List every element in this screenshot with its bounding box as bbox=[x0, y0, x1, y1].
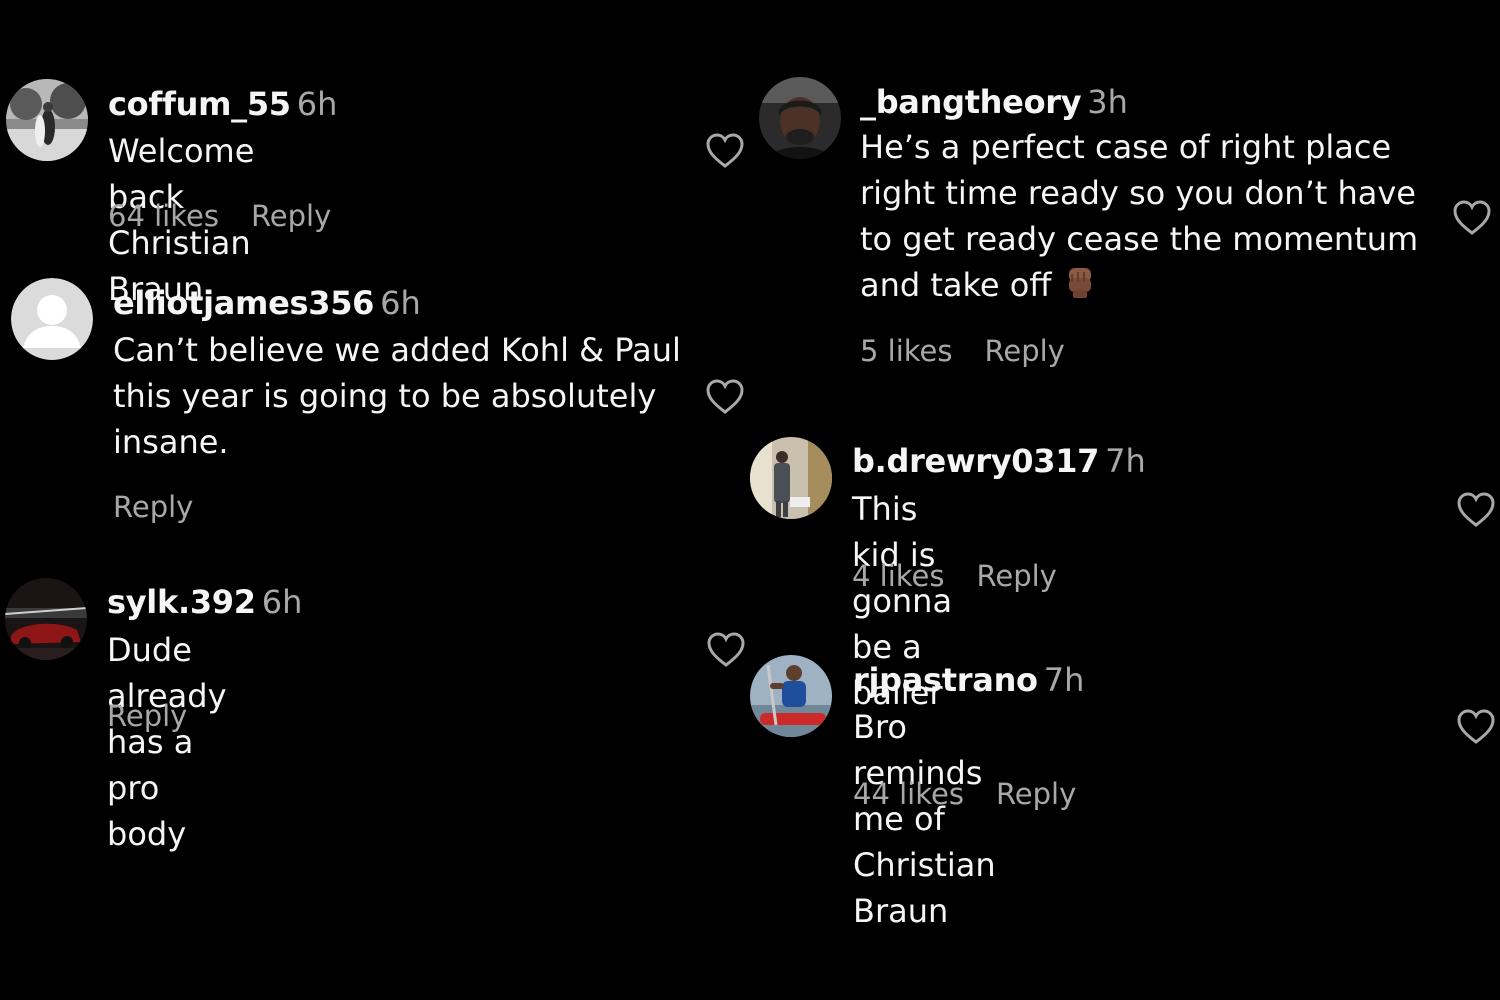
avatar[interactable] bbox=[759, 77, 841, 159]
avatar[interactable] bbox=[750, 655, 832, 737]
heart-icon[interactable] bbox=[1456, 708, 1496, 746]
reply-button[interactable]: Reply bbox=[113, 490, 193, 524]
timestamp: 6h bbox=[296, 85, 338, 123]
likes-count[interactable]: 64 likes bbox=[108, 199, 219, 233]
username[interactable]: elliotjames356 bbox=[113, 284, 374, 322]
avatar[interactable] bbox=[11, 278, 93, 360]
reply-button[interactable]: Reply bbox=[996, 777, 1076, 811]
comment-text-content: He’s a perfect case of right place right… bbox=[860, 128, 1419, 304]
heart-icon[interactable] bbox=[705, 132, 745, 170]
username[interactable]: sylk.392 bbox=[107, 583, 256, 621]
username[interactable]: coffum_55 bbox=[108, 85, 291, 123]
reply-button[interactable]: Reply bbox=[107, 699, 187, 733]
comment-text: Dude already has a pro body bbox=[107, 631, 227, 853]
reply-button[interactable]: Reply bbox=[985, 334, 1065, 368]
heart-icon[interactable] bbox=[706, 631, 746, 669]
likes-count[interactable]: 4 likes bbox=[852, 559, 945, 593]
avatar[interactable] bbox=[6, 79, 88, 161]
likes-count[interactable]: 5 likes bbox=[860, 334, 953, 368]
reply-button[interactable]: Reply bbox=[251, 199, 331, 233]
username[interactable]: _bangtheory bbox=[860, 83, 1082, 121]
username[interactable]: rjpastrano bbox=[853, 661, 1038, 699]
timestamp: 7h bbox=[1105, 442, 1146, 480]
raised-fist-emoji-icon bbox=[1063, 264, 1097, 310]
comment-text: Bro reminds me of Christian Braun bbox=[853, 708, 996, 930]
username[interactable]: b.drewry0317 bbox=[852, 442, 1099, 480]
timestamp: 3h bbox=[1087, 83, 1128, 121]
timestamp: 6h bbox=[261, 583, 303, 621]
avatar[interactable] bbox=[750, 437, 832, 519]
avatar[interactable] bbox=[5, 578, 87, 660]
comment-text: He’s a perfect case of right place right… bbox=[860, 124, 1440, 310]
heart-icon[interactable] bbox=[1456, 491, 1496, 529]
timestamp: 6h bbox=[380, 284, 421, 322]
heart-icon[interactable] bbox=[705, 378, 745, 416]
reply-button[interactable]: Reply bbox=[977, 559, 1057, 593]
timestamp: 7h bbox=[1043, 661, 1085, 699]
comment-text: Can’t believe we added Kohl & Paul this … bbox=[113, 331, 681, 461]
heart-icon[interactable] bbox=[1452, 199, 1492, 237]
likes-count[interactable]: 44 likes bbox=[853, 777, 964, 811]
